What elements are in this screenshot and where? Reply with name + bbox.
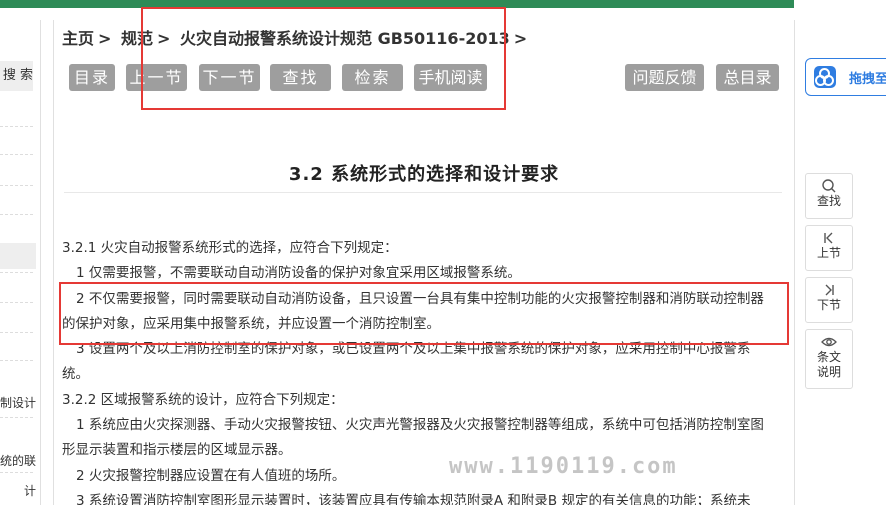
side-prev-button[interactable]: 上节 — [805, 225, 853, 271]
mobile-read-button[interactable]: 手机阅读 — [414, 64, 487, 91]
all-toc-button[interactable]: 总目录 — [716, 64, 779, 91]
side-next-label: 下节 — [816, 298, 841, 312]
sidebar-divider — [0, 185, 33, 186]
sidebar-divider — [0, 332, 33, 333]
sidebar-item-active[interactable] — [0, 243, 36, 269]
clause-3-2-1: 3.2.1 火灾自动报警系统形式的选择，应符合下列规定： — [62, 240, 398, 256]
breadcrumb-separator: > — [157, 29, 171, 48]
sidebar-item-design[interactable]: 制设计 — [0, 394, 36, 411]
eye-icon — [821, 337, 837, 347]
breadcrumb-separator: > — [513, 29, 528, 48]
sidebar-item-calc[interactable]: 计 — [0, 482, 36, 499]
baidu-drag-button[interactable]: 拖拽至 — [805, 58, 886, 96]
side-find-label: 查找 — [816, 194, 841, 208]
breadcrumb-home-link[interactable]: 主页 — [62, 29, 94, 48]
breadcrumb-spec-link[interactable]: 规范 — [121, 29, 153, 48]
side-explanation-button[interactable]: 条文说明 — [805, 329, 853, 389]
sidebar-item-linkage[interactable]: 统的联 — [0, 452, 36, 469]
next-section-button[interactable]: 下一节 — [199, 64, 260, 91]
top-bar-gap — [794, 0, 886, 8]
side-find-button[interactable]: 查找 — [805, 173, 853, 219]
side-next-button[interactable]: 下节 — [805, 277, 853, 323]
side-prev-label: 上节 — [816, 246, 841, 260]
sidebar-divider — [0, 126, 33, 127]
search-icon — [822, 179, 836, 193]
toc-button[interactable]: 目录 — [69, 64, 115, 91]
clause-item: 2 不仅需要报警，同时需要联动自动消防设备，且只设置一台具有集中控制功能的火灾报… — [62, 290, 764, 332]
clause-item: 3 系统设置消防控制室图形显示装置时，该装置应具有传输本规范附录A 和附录B 规… — [76, 492, 751, 505]
section-title: 3.2 系统形式的选择和设计要求 — [288, 164, 560, 185]
title-divider — [64, 192, 782, 193]
prev-section-button[interactable]: 上一节 — [126, 64, 187, 91]
clause-3-2-2: 3.2.2 区域报警系统的设计，应符合下列规定： — [62, 391, 344, 408]
sidebar-divider — [0, 302, 33, 303]
clause-item: 3 设置两个及以上消防控制室的保护对象，或已设置两个及以上集中报警系统的保护对象… — [62, 341, 751, 383]
main-content-panel: 主页 > 规范 > 火灾自动报警系统设计规范 GB50116-2013 > 目录 上一… — [53, 20, 795, 505]
skip-prev-icon — [824, 232, 833, 244]
sidebar-divider — [0, 214, 33, 215]
sidebar-divider — [0, 417, 33, 418]
breadcrumb-separator: > — [98, 29, 112, 48]
sidebar-divider — [0, 272, 33, 273]
sidebar-divider — [0, 472, 33, 473]
breadcrumb: 主页 > 规范 > 火灾自动报警系统设计规范 GB50116-2013 > — [62, 25, 531, 53]
find-button[interactable]: 查找 — [270, 64, 331, 91]
breadcrumb-standard-link[interactable]: 火灾自动报警系统设计规范 GB50116-2013 — [180, 29, 510, 48]
search-button[interactable]: 检索 — [342, 64, 403, 91]
left-sidebar: 搜 索 制设计 统的联 计 — [0, 20, 41, 505]
side-explanation-label: 条文说明 — [816, 350, 841, 379]
site-watermark: www.1190119.com — [449, 454, 678, 479]
top-accent-bar — [0, 0, 794, 8]
sidebar-divider — [0, 360, 33, 361]
baidu-drag-label: 拖拽至 — [849, 72, 886, 87]
feedback-button[interactable]: 问题反馈 — [625, 64, 704, 91]
skip-next-icon — [825, 284, 834, 296]
clause-item: 1 仅需要报警，不需要联动自动消防设备的保护对象宜采用区域报警系统。 — [76, 265, 521, 282]
sidebar-search-button[interactable]: 搜 索 — [0, 61, 33, 91]
baidu-cloud-icon — [814, 66, 836, 88]
sidebar-divider — [0, 154, 33, 155]
